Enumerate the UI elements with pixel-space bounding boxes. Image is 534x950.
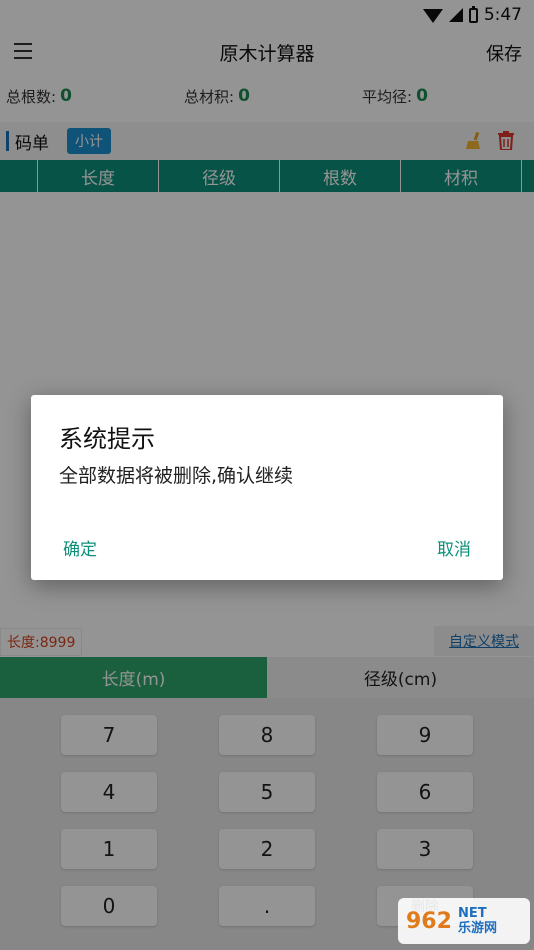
confirm-dialog: 系统提示 全部数据将被删除,确认继续 确定 取消 [31,395,503,580]
watermark-number: 962 [406,908,452,934]
dialog-message: 全部数据将被删除,确认继续 [59,465,294,487]
watermark-logo: 962 NET 乐游网 [398,898,530,944]
watermark-text: NET 乐游网 [458,906,497,936]
watermark-brand-top: NET [457,906,487,921]
dialog-title: 系统提示 [59,425,155,453]
watermark-brand-bottom: 乐游网 [457,921,497,936]
confirm-button[interactable]: 确定 [63,535,97,560]
cancel-button[interactable]: 取消 [437,535,471,560]
